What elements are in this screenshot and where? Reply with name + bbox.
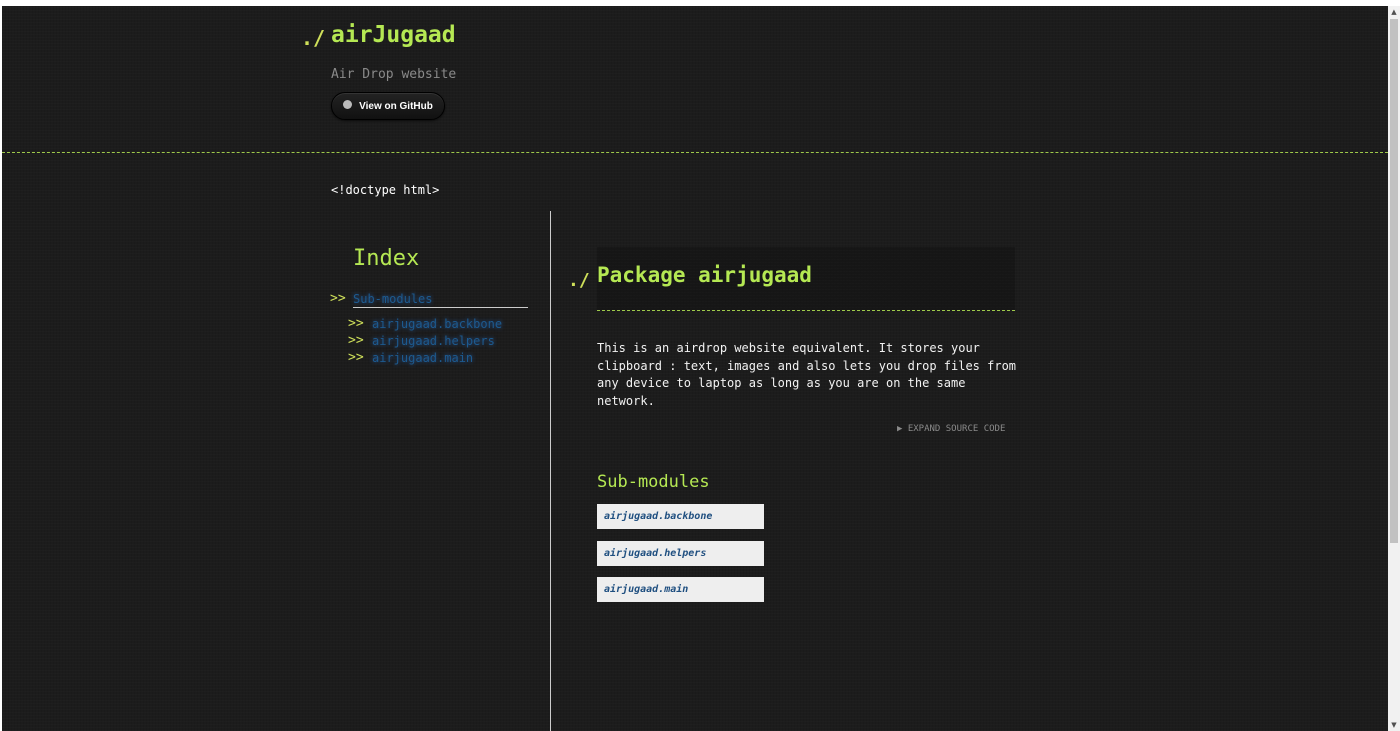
- scroll-down-arrow-icon[interactable]: ▼: [1388, 719, 1400, 731]
- view-on-github-label: View on GitHub: [359, 100, 433, 112]
- index-section-underline: [353, 307, 528, 308]
- index-item-arrow: >>: [348, 350, 364, 365]
- package-description: This is an airdrop website equivalent. I…: [597, 341, 1017, 408]
- header-divider: [2, 152, 1388, 153]
- submodule-link-main[interactable]: airjugaad.main: [597, 577, 764, 602]
- github-icon: [343, 99, 353, 109]
- package-title-prefix: ./: [568, 270, 590, 291]
- site-title[interactable]: airJugaad: [331, 22, 456, 48]
- index-link-sub-modules[interactable]: Sub-modules: [353, 292, 432, 306]
- package-title-divider: [597, 310, 1015, 311]
- page: ./ airJugaad Air Drop website View on Gi…: [2, 6, 1388, 731]
- index-item-arrow: >>: [348, 333, 364, 348]
- doctype-text: <!doctype html>: [331, 183, 440, 197]
- submodule-link-backbone[interactable]: airjugaad.backbone: [597, 504, 764, 529]
- index-item-arrow: >>: [348, 316, 364, 331]
- index-link-main[interactable]: airjugaad.main: [372, 351, 473, 365]
- sidebar-divider: [550, 211, 551, 731]
- logo-prefix: ./: [301, 26, 326, 50]
- index-title: Index: [353, 246, 420, 271]
- submodule-link-helpers[interactable]: airjugaad.helpers: [597, 541, 764, 566]
- package-title: Package airjugaad: [597, 263, 812, 287]
- scroll-up-arrow-icon[interactable]: ▲: [1388, 6, 1400, 18]
- view-on-github-button[interactable]: View on GitHub: [331, 92, 445, 120]
- index-link-backbone[interactable]: airjugaad.backbone: [372, 317, 502, 331]
- index-section-arrow: >>: [330, 291, 346, 306]
- vertical-scrollbar[interactable]: ▲ ▼: [1388, 6, 1400, 731]
- expand-source-code-toggle[interactable]: ▶ EXPAND SOURCE CODE: [897, 424, 1005, 434]
- site-tagline: Air Drop website: [331, 67, 457, 82]
- submodules-heading: Sub-modules: [597, 472, 710, 492]
- scrollbar-thumb[interactable]: [1390, 19, 1398, 543]
- index-link-helpers[interactable]: airjugaad.helpers: [372, 334, 495, 348]
